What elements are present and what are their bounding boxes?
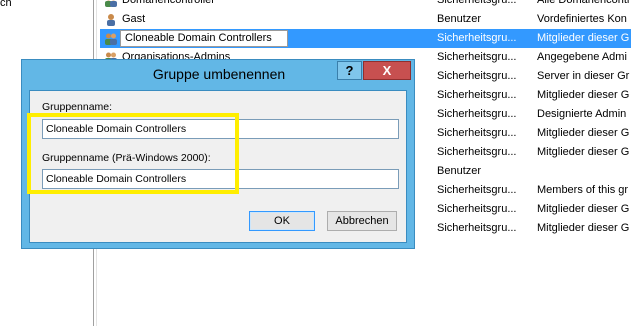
list-row-name: Cloneable Domain Controllers	[120, 30, 288, 47]
group-icon	[105, 0, 117, 7]
highlight-annotation	[27, 113, 239, 194]
navigation-text-fragment: ch	[0, 0, 12, 9]
cancel-button[interactable]: Abbrechen	[327, 211, 397, 231]
list-row-type: Sicherheitsgru...	[437, 32, 517, 44]
list-row-name: Domänencontroller	[122, 0, 215, 6]
list-row-type: Sicherheitsgru...	[437, 184, 517, 196]
list-row-name: Gast	[122, 13, 146, 25]
group-name-label: Gruppenname:	[42, 101, 113, 113]
list-row-type: Sicherheitsgru...	[437, 203, 517, 215]
list-row-description: Mitglieder dieser G	[537, 89, 630, 101]
list-row-type: Sicherheitsgru...	[437, 51, 517, 63]
list-row-description: Server in dieser Gr	[537, 70, 630, 82]
list-row-type: Sicherheitsgru...	[437, 70, 517, 82]
user-icon	[107, 14, 115, 26]
list-row-type: Sicherheitsgru...	[437, 146, 517, 158]
list-row-description: Mitglieder dieser G	[537, 127, 630, 139]
list-row-description: Designierte Admin	[537, 108, 627, 120]
group-icon	[105, 33, 117, 45]
list-row-description: Alle Domänencontr	[537, 0, 631, 6]
list-row-description: Mitglieder dieser G	[537, 203, 630, 215]
list-row-description: Angegebene Admi	[537, 51, 627, 63]
list-row-description: Members of this gr	[537, 184, 629, 196]
ok-button[interactable]: OK	[249, 211, 315, 231]
list-row[interactable]: Cloneable Domain Controllers Sicherheitsg…	[100, 29, 631, 48]
list-row-type: Sicherheitsgru...	[437, 127, 517, 139]
help-button[interactable]: ?	[337, 61, 362, 80]
list-row[interactable]: Gast Benutzer Vordefiniertes Kon	[100, 10, 631, 29]
list-row-type: Sicherheitsgru...	[437, 222, 517, 234]
list-row-description: Mitglieder dieser G	[537, 222, 630, 234]
close-button[interactable]: X	[363, 61, 411, 80]
list-row-description: Mitglieder dieser G	[537, 146, 630, 158]
list-row[interactable]: Domänencontroller Sicherheitsgru... Alle D…	[100, 0, 631, 10]
list-row-type: Sicherheitsgru...	[437, 108, 517, 120]
close-icon: X	[382, 63, 392, 78]
list-row-type: Benutzer	[437, 165, 482, 177]
list-row-type: Benutzer	[437, 13, 482, 25]
list-row-description: Mitglieder dieser G	[537, 32, 630, 44]
list-row-type: Sicherheitsgru...	[437, 89, 517, 101]
list-row-description: Vordefiniertes Kon	[537, 13, 627, 25]
list-row-type: Sicherheitsgru...	[437, 0, 517, 6]
